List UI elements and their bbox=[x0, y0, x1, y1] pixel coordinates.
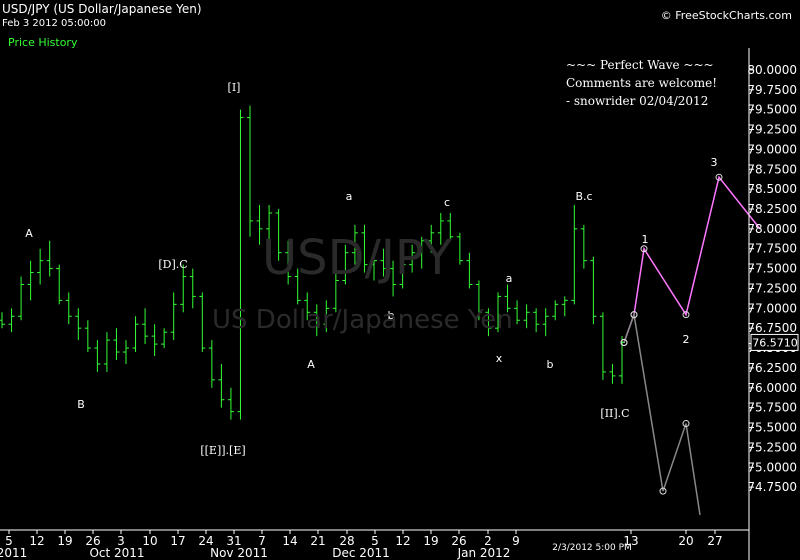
y-tick-label: 78.0000 bbox=[747, 222, 797, 236]
x-tick-label: 21 bbox=[310, 534, 325, 548]
wave-label: x bbox=[496, 352, 503, 365]
last-price-label: 76.5710 bbox=[752, 336, 798, 349]
wave-label: [D].C bbox=[158, 258, 187, 271]
month-label: 2011 bbox=[0, 546, 27, 560]
symbol-title: USD/JPY (US Dollar/Japanese Yen) bbox=[2, 2, 202, 16]
y-tick-label: 76.7500 bbox=[747, 321, 797, 335]
y-tick-label: 75.5000 bbox=[747, 421, 797, 435]
x-tick-label: 19 bbox=[423, 534, 438, 548]
x-tick-label: 19 bbox=[57, 534, 72, 548]
wave-label: c bbox=[444, 196, 450, 209]
y-tick-label: 78.7500 bbox=[747, 162, 797, 176]
x-tick-label: 12 bbox=[29, 534, 44, 548]
bullish-projection-line bbox=[623, 175, 761, 343]
y-tick-label: 79.5000 bbox=[747, 103, 797, 117]
note-line-2: Comments are welcome! bbox=[566, 76, 718, 90]
x-tick-label: 20 bbox=[678, 534, 693, 548]
y-tick-label: 77.5000 bbox=[747, 262, 797, 276]
x-tick-label: 14 bbox=[282, 534, 297, 548]
wave-label: [[E]].[E] bbox=[200, 444, 245, 457]
y-tick-label: 79.0000 bbox=[747, 142, 797, 156]
site-credit[interactable]: © FreeStockCharts.com bbox=[661, 9, 792, 22]
y-tick-label: 79.7500 bbox=[747, 83, 797, 97]
wave-label: a bbox=[506, 272, 513, 285]
y-tick-label: 75.0000 bbox=[747, 460, 797, 474]
wave-label: b bbox=[547, 358, 554, 371]
y-tick-label: 78.5000 bbox=[747, 182, 797, 196]
y-tick-label: 74.7500 bbox=[747, 480, 797, 494]
bar-date: Feb 3 2012 05:00:00 bbox=[2, 18, 106, 29]
y-tick-label: 80.0000 bbox=[747, 63, 797, 77]
panel-label[interactable]: Price History bbox=[8, 36, 77, 49]
y-tick-label: 77.0000 bbox=[747, 301, 797, 315]
wave-label: A bbox=[307, 358, 315, 371]
x-tick-label: 17 bbox=[170, 534, 185, 548]
month-label: Oct 2011 bbox=[89, 546, 144, 560]
x-tick-label: 9 bbox=[512, 534, 520, 548]
chart-note: ~~~ Perfect Wave ~~~ Comments are welcom… bbox=[566, 56, 717, 110]
last-bar-time: 2/3/2012 5:00 PM bbox=[552, 543, 632, 553]
wave-label: 1 bbox=[642, 233, 649, 246]
y-tick-label: 76.0000 bbox=[747, 381, 797, 395]
y-tick-label: 79.2500 bbox=[747, 123, 797, 137]
y-tick-label: 76.2500 bbox=[747, 361, 797, 375]
wave-label: 2 bbox=[683, 333, 690, 346]
wave-label: a bbox=[346, 190, 353, 203]
wave-label: 3 bbox=[711, 156, 718, 169]
watermark-symbol: USD/JPY bbox=[262, 230, 453, 286]
wave-label: B.c bbox=[575, 190, 592, 203]
month-label: Nov 2011 bbox=[210, 546, 268, 560]
y-tick-label: 75.7500 bbox=[747, 401, 797, 415]
x-tick-label: 10 bbox=[142, 534, 157, 548]
wave-label: [II].C bbox=[600, 407, 629, 420]
y-tick-label: 75.2500 bbox=[747, 440, 797, 454]
x-tick-label: 27 bbox=[707, 534, 722, 548]
x-tick-label: 12 bbox=[395, 534, 410, 548]
month-label: Dec 2011 bbox=[332, 546, 390, 560]
month-label: Jan 2012 bbox=[457, 546, 511, 560]
wave-label: [I] bbox=[228, 81, 241, 94]
note-line-1: ~~~ Perfect Wave ~~~ bbox=[566, 58, 714, 72]
y-tick-label: 77.7500 bbox=[747, 242, 797, 256]
wave-label: A bbox=[25, 227, 33, 240]
note-line-3: - snowrider 02/04/2012 bbox=[566, 94, 709, 108]
watermark-name: US Dollar/Japanese Yen bbox=[212, 305, 513, 335]
y-tick-label: 77.2500 bbox=[747, 281, 797, 295]
wave-label: B bbox=[77, 398, 85, 411]
y-tick-label: 78.2500 bbox=[747, 202, 797, 216]
